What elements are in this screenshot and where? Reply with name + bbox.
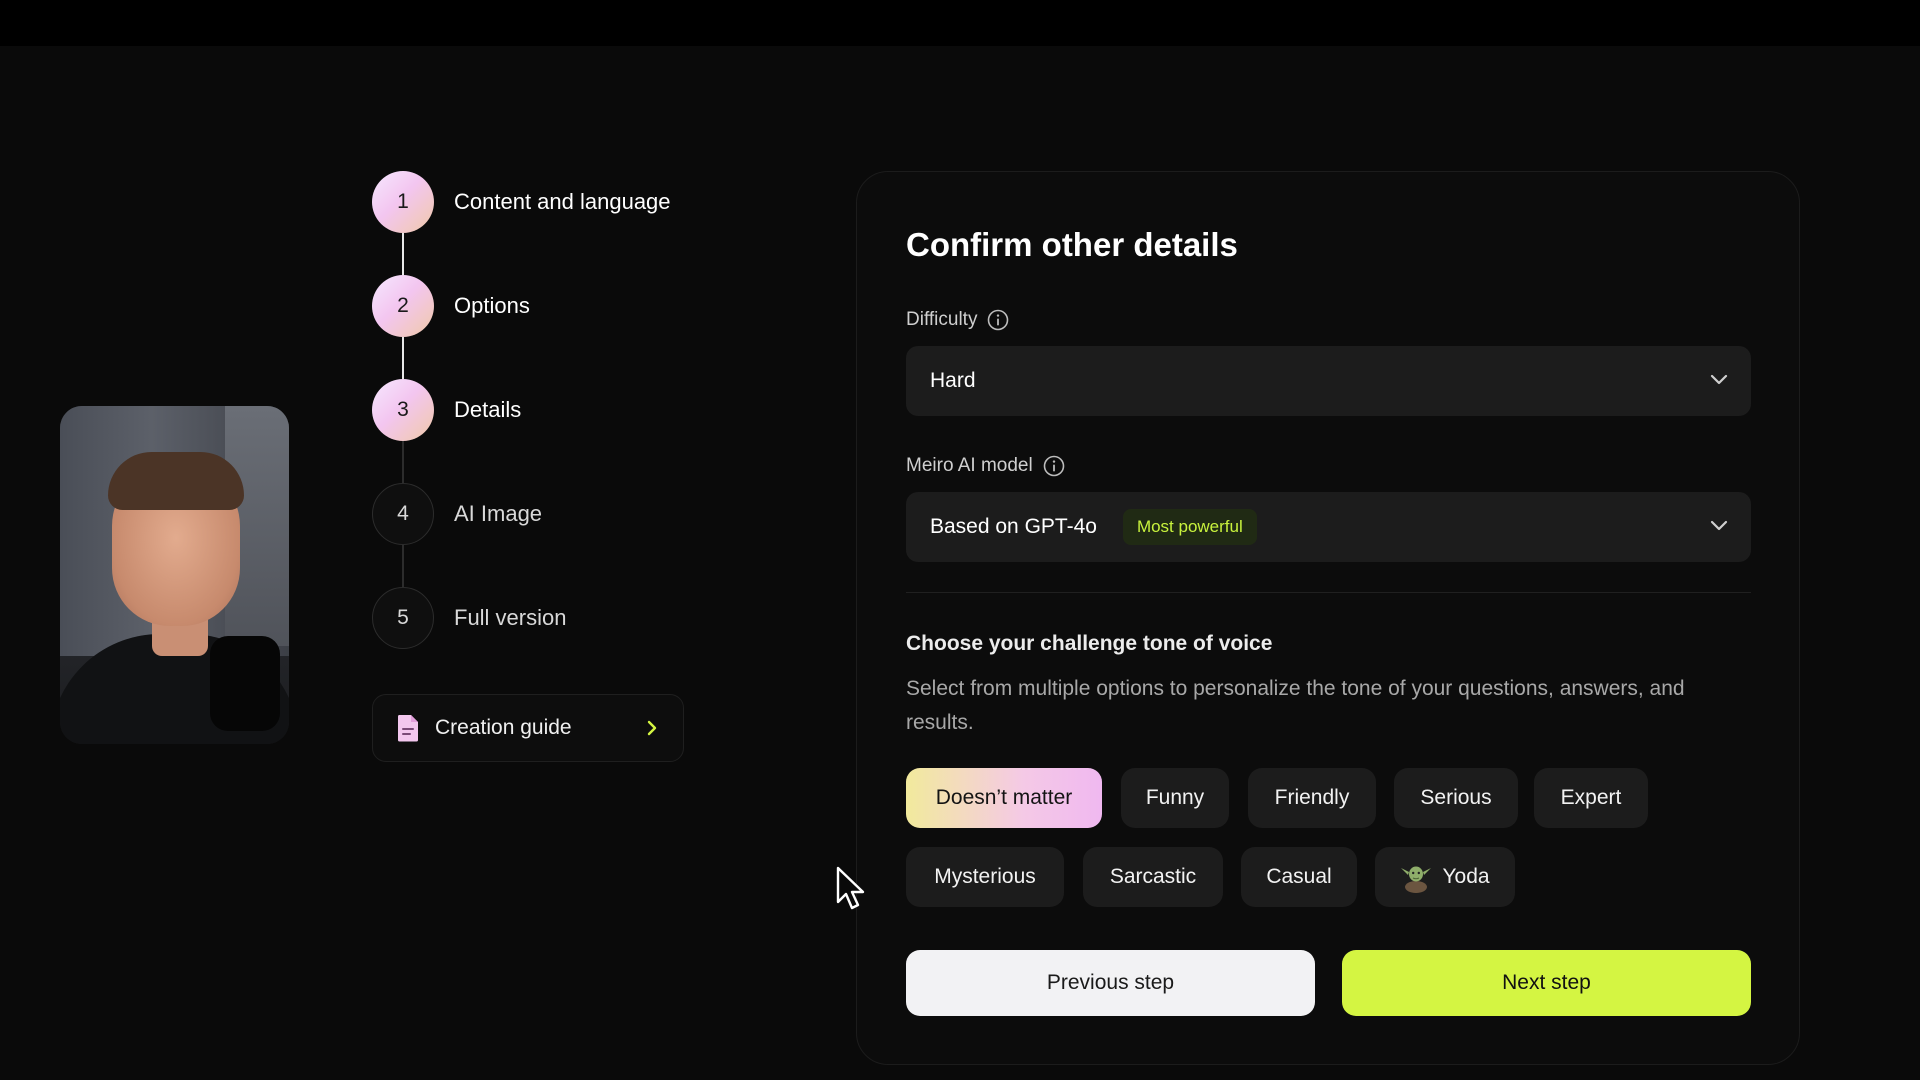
step-number: 3 bbox=[372, 379, 434, 441]
step-content-language[interactable]: 1 Content and language bbox=[372, 171, 671, 233]
step-connector bbox=[402, 233, 404, 275]
step-number: 2 bbox=[372, 275, 434, 337]
model-label: Meiro AI model bbox=[906, 455, 1065, 477]
step-label: Full version bbox=[454, 605, 567, 630]
previous-step-button[interactable]: Previous step bbox=[906, 950, 1315, 1016]
difficulty-label-text: Difficulty bbox=[906, 309, 978, 330]
top-bar bbox=[0, 0, 1920, 46]
tone-option-expert[interactable]: Expert bbox=[1534, 768, 1648, 828]
creation-guide-label: Creation guide bbox=[435, 716, 572, 739]
chevron-right-icon bbox=[647, 720, 657, 736]
tone-option-friendly[interactable]: Friendly bbox=[1248, 768, 1376, 828]
step-label: AI Image bbox=[454, 501, 543, 526]
tone-option-yoda[interactable]: Yoda bbox=[1375, 847, 1515, 907]
model-label-text: Meiro AI model bbox=[906, 455, 1033, 476]
panel-title: Confirm other details bbox=[906, 226, 1238, 263]
divider bbox=[906, 592, 1751, 593]
tone-option-sarcastic[interactable]: Sarcastic bbox=[1083, 847, 1223, 907]
tone-title: Choose your challenge tone of voice bbox=[906, 632, 1273, 655]
model-select[interactable]: Based on GPT-4o Most powerful bbox=[906, 492, 1751, 562]
model-value: Based on GPT-4o bbox=[930, 515, 1097, 538]
chevron-down-icon bbox=[1710, 520, 1728, 531]
details-panel: Confirm other details Difficulty Hard Me… bbox=[856, 171, 1800, 1065]
document-icon bbox=[397, 715, 418, 742]
tone-option-serious[interactable]: Serious bbox=[1394, 768, 1518, 828]
chevron-down-icon bbox=[1710, 374, 1728, 385]
tone-option-casual[interactable]: Casual bbox=[1241, 847, 1357, 907]
tone-description: Select from multiple options to personal… bbox=[906, 677, 1685, 734]
step-number: 4 bbox=[372, 483, 434, 545]
step-label: Details bbox=[454, 397, 522, 422]
yoda-icon bbox=[1401, 866, 1432, 893]
difficulty-select[interactable]: Hard bbox=[906, 346, 1751, 416]
step-ai-image[interactable]: 4 AI Image bbox=[372, 483, 542, 545]
step-label: Content and language bbox=[454, 189, 671, 214]
creation-guide-button[interactable]: Creation guide bbox=[372, 694, 684, 762]
webcam-video bbox=[60, 406, 289, 744]
tone-option-mysterious[interactable]: Mysterious bbox=[906, 847, 1064, 907]
step-full-version[interactable]: 5 Full version bbox=[372, 587, 566, 649]
tone-option-yoda-label: Yoda bbox=[1442, 865, 1490, 888]
info-icon[interactable] bbox=[1043, 455, 1065, 477]
step-options[interactable]: 2 Options bbox=[372, 275, 530, 337]
step-details[interactable]: 3 Details bbox=[372, 379, 521, 441]
next-step-button[interactable]: Next step bbox=[1342, 950, 1751, 1016]
tone-option-doesnt-matter[interactable]: Doesn’t matter bbox=[906, 768, 1102, 828]
step-number: 5 bbox=[372, 587, 434, 649]
step-connector bbox=[402, 545, 404, 587]
step-connector bbox=[402, 441, 404, 483]
difficulty-value: Hard bbox=[930, 369, 976, 392]
mouse-cursor-icon bbox=[836, 866, 865, 910]
step-connector bbox=[402, 337, 404, 379]
most-powerful-badge: Most powerful bbox=[1122, 509, 1257, 545]
step-number: 1 bbox=[372, 171, 434, 233]
tone-option-funny[interactable]: Funny bbox=[1121, 768, 1229, 828]
info-icon[interactable] bbox=[987, 309, 1009, 331]
difficulty-label: Difficulty bbox=[906, 309, 1009, 331]
step-label: Options bbox=[454, 293, 530, 318]
